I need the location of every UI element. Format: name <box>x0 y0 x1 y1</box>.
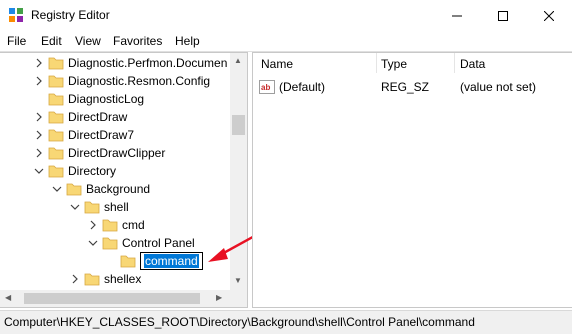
tree-node-label: DirectDraw <box>68 110 127 124</box>
scrollbar-corner <box>230 290 247 307</box>
column-divider[interactable] <box>376 53 377 73</box>
chevron-right-icon[interactable] <box>34 148 44 158</box>
chevron-right-icon[interactable] <box>34 76 44 86</box>
folder-icon <box>48 57 64 70</box>
close-button[interactable] <box>526 0 572 31</box>
tree-node-text: command <box>144 254 199 268</box>
folder-icon <box>84 273 100 286</box>
column-header-type[interactable]: Type <box>381 57 407 71</box>
scroll-up-icon[interactable]: ▲ <box>234 57 242 65</box>
window-title: Registry Editor <box>31 8 110 22</box>
tree-node[interactable]: Diagnostic.Resmon.Config <box>0 72 247 90</box>
column-header-name[interactable]: Name <box>261 57 293 71</box>
menu-view[interactable]: View <box>75 34 101 48</box>
tree-node-text: DirectDraw7 <box>68 128 135 142</box>
tree-node-rename-field[interactable]: command <box>140 252 203 270</box>
chevron-down-icon[interactable] <box>52 184 62 194</box>
folder-icon <box>48 147 64 160</box>
chevron-right-icon[interactable] <box>34 58 44 68</box>
tree-node-text: DirectDrawClipper <box>68 146 166 160</box>
minimize-icon <box>452 15 462 16</box>
tree-node[interactable]: shell <box>0 198 247 216</box>
column-divider[interactable] <box>454 53 455 73</box>
registry-editor-icon <box>9 8 23 22</box>
folder-icon <box>48 93 64 106</box>
tree-node-text: shellex <box>104 272 142 286</box>
tree-node-text: Background <box>86 182 151 196</box>
tree-node[interactable]: DiagnosticLog <box>0 90 247 108</box>
tree-node[interactable]: Diagnostic.Perfmon.Documen <box>0 54 247 72</box>
string-value-icon: ab <box>259 80 275 94</box>
maximize-button[interactable] <box>480 0 526 31</box>
title-bar[interactable]: Registry Editor <box>0 0 572 31</box>
tree-node-label: Diagnostic.Perfmon.Documen <box>68 56 227 70</box>
tree-vertical-scroll-thumb[interactable] <box>232 115 245 135</box>
tree-node[interactable]: DirectDraw <box>0 108 247 126</box>
scroll-down-icon[interactable]: ▼ <box>234 277 242 285</box>
tree-node-label: shell <box>104 200 129 214</box>
current-key-path: Computer\HKEY_CLASSES_ROOT\Directory\Bac… <box>4 315 475 329</box>
tree-node-label: Directory <box>68 164 116 178</box>
tree-horizontal-scrollbar[interactable]: ◀ ▶ <box>0 290 230 307</box>
folder-icon <box>120 255 136 268</box>
folder-icon <box>48 111 64 124</box>
tree-node-text: Control Panel <box>122 236 195 250</box>
scroll-right-icon[interactable]: ▶ <box>216 294 222 302</box>
minimize-button[interactable] <box>434 0 480 31</box>
menu-bar: File Edit View Favorites Help <box>0 31 572 52</box>
value-name: (Default) <box>279 80 326 94</box>
scroll-left-icon[interactable]: ◀ <box>5 294 11 302</box>
tree-node-label: Control Panel <box>122 236 195 250</box>
tree-node[interactable]: Background <box>0 180 247 198</box>
tree-node[interactable]: Directory <box>0 162 247 180</box>
tree-node-label: DirectDrawClipper <box>68 146 165 160</box>
values-list[interactable]: Name Type Data ab (Default) REG_SZ (valu… <box>252 52 572 308</box>
tree-node-text: shell <box>104 200 129 214</box>
chevron-right-icon[interactable] <box>34 130 44 140</box>
tree-horizontal-scroll-thumb[interactable] <box>24 293 200 304</box>
chevron-right-icon[interactable] <box>88 220 98 230</box>
menu-edit[interactable]: Edit <box>41 34 62 48</box>
chevron-down-icon[interactable] <box>88 238 98 248</box>
menu-file[interactable]: File <box>7 34 26 48</box>
folder-icon <box>48 165 64 178</box>
tree-node[interactable]: DirectDraw7 <box>0 126 247 144</box>
folder-icon <box>48 129 64 142</box>
menu-favorites[interactable]: Favorites <box>113 34 162 48</box>
column-header-data[interactable]: Data <box>460 57 485 71</box>
chevron-right-icon[interactable] <box>34 112 44 122</box>
status-bar: Computer\HKEY_CLASSES_ROOT\Directory\Bac… <box>0 310 572 334</box>
tree-node[interactable]: DirectDrawClipper <box>0 144 247 162</box>
tree-node-label: cmd <box>122 218 145 232</box>
tree-node-label: Diagnostic.Resmon.Config <box>68 74 210 88</box>
value-row[interactable]: ab (Default) REG_SZ (value not set) <box>253 78 572 96</box>
tree-node-label: Background <box>86 182 150 196</box>
tree-node-text: DiagnosticLog <box>68 92 145 106</box>
value-type: REG_SZ <box>381 80 430 94</box>
folder-icon <box>84 201 100 214</box>
tree-node-label: DiagnosticLog <box>68 92 144 106</box>
menu-help[interactable]: Help <box>175 34 200 48</box>
tree-node-text: Directory <box>68 164 117 178</box>
tree-node-text: cmd <box>122 218 145 232</box>
chevron-down-icon[interactable] <box>70 202 80 212</box>
tree-node-label: shellex <box>104 272 141 286</box>
close-icon <box>544 10 554 21</box>
value-data: (value not set) <box>460 80 537 94</box>
tree-node-text: Diagnostic.Resmon.Config <box>68 74 211 88</box>
tree-node-text: Diagnostic.Perfmon.Documen <box>68 56 228 70</box>
maximize-icon <box>498 10 508 21</box>
folder-icon <box>102 219 118 232</box>
folder-icon <box>66 183 82 196</box>
chevron-right-icon[interactable] <box>70 274 80 284</box>
folder-icon <box>48 75 64 88</box>
folder-icon <box>102 237 118 250</box>
tree-node-text: DirectDraw <box>68 110 128 124</box>
chevron-down-icon[interactable] <box>34 166 44 176</box>
tree-node-label: DirectDraw7 <box>68 128 134 142</box>
svg-text:ab: ab <box>261 83 270 92</box>
